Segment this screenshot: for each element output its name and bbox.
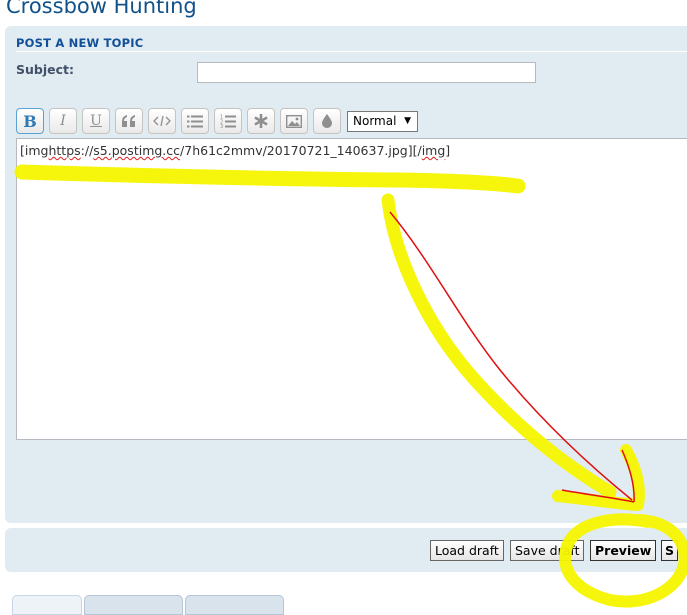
list-item-button[interactable]: [247, 108, 275, 134]
numbered-list-icon: 1 2 3: [220, 115, 236, 128]
save-draft-button[interactable]: Save draft: [510, 540, 585, 561]
message-text-part: ://: [80, 143, 94, 158]
color-button[interactable]: [313, 108, 341, 134]
asterisk-icon: [254, 114, 268, 128]
form-actions-panel: Load draft Save draft Preview S: [5, 528, 687, 572]
code-icon: [153, 115, 171, 127]
submit-button[interactable]: S: [661, 540, 679, 561]
bold-button[interactable]: B: [16, 108, 44, 134]
color-drop-icon: [322, 114, 332, 128]
image-icon: [286, 114, 302, 128]
message-text-part: s5.postimg.cc: [93, 143, 181, 158]
quote-icon: [122, 115, 135, 127]
post-form-panel: POST A NEW TOPIC Subject: B I U 1 2 3 No…: [5, 26, 687, 523]
numbered-list-button[interactable]: 1 2 3: [214, 108, 242, 134]
font-size-selected: Normal: [353, 114, 397, 128]
chevron-down-icon: ▼: [404, 116, 411, 126]
load-draft-button[interactable]: Load draft: [430, 540, 504, 561]
message-text-part: ]: [445, 143, 451, 158]
panel-divider: [16, 51, 687, 52]
message-text-part: https: [48, 143, 81, 158]
quote-button[interactable]: [115, 108, 143, 134]
attachments-tab[interactable]: [84, 595, 183, 615]
message-text-part: img: [421, 143, 446, 158]
message-textarea[interactable]: [imghttps://s5.postimg.cc/7h61c2mmv/2017…: [16, 138, 687, 440]
image-button[interactable]: [280, 108, 308, 134]
list-button[interactable]: [181, 108, 209, 134]
message-text-part: [img: [20, 143, 49, 158]
message-text-part: /7h61c2mmv/20170721_140637.jpg][/: [180, 143, 422, 158]
panel-heading: POST A NEW TOPIC: [16, 36, 144, 50]
preview-button[interactable]: Preview: [590, 540, 657, 561]
formatting-toolbar: B I U 1 2 3 Normal ▼: [16, 108, 418, 134]
subject-input[interactable]: [197, 62, 536, 83]
italic-button[interactable]: I: [49, 108, 77, 134]
code-button[interactable]: [148, 108, 176, 134]
svg-text:3: 3: [220, 124, 223, 128]
underline-button[interactable]: U: [82, 108, 110, 134]
subject-label: Subject:: [16, 62, 74, 77]
forum-title[interactable]: Crossbow Hunting: [6, 0, 197, 18]
options-tab[interactable]: [12, 595, 82, 615]
poll-tab[interactable]: [185, 595, 284, 615]
font-size-select[interactable]: Normal ▼: [347, 110, 418, 132]
bulleted-list-icon: [187, 115, 203, 127]
